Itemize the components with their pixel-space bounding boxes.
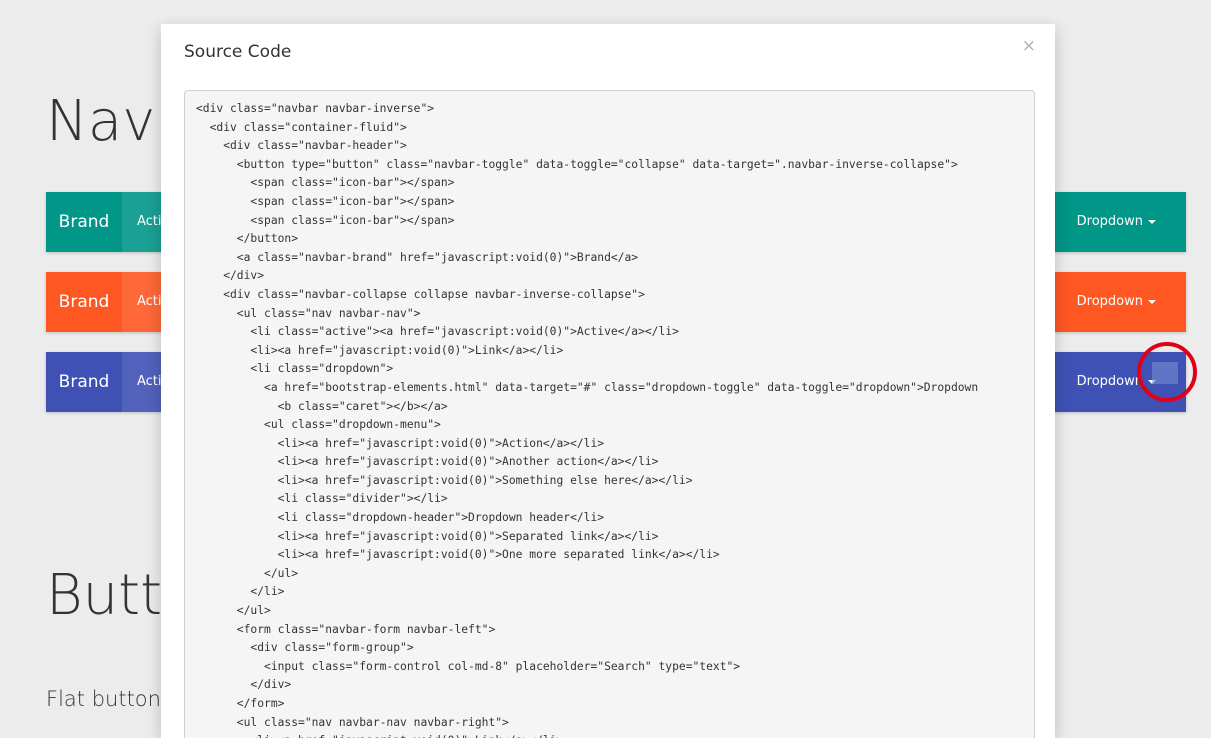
navbar-dropdown[interactable]: Dropdown — [1077, 192, 1156, 252]
close-icon[interactable]: × — [1022, 38, 1036, 55]
code-block[interactable]: <div class="navbar navbar-inverse"> <div… — [184, 90, 1035, 738]
dropdown-label: Dropdown — [1076, 294, 1143, 309]
dropdown-label: Dropdown — [1076, 214, 1143, 229]
dropdown-label: Dropdown — [1076, 374, 1143, 389]
caret-down-icon — [1148, 219, 1156, 224]
navbar-brand[interactable]: Brand — [46, 272, 122, 332]
modal-title: Source Code — [184, 42, 292, 62]
navbar-brand[interactable]: Brand — [46, 192, 122, 252]
navbar-dropdown[interactable]: Dropdown — [1077, 272, 1156, 332]
source-code-modal: Source Code × <div class="navbar navbar-… — [161, 24, 1055, 738]
source-code-text: <div class="navbar navbar-inverse"> <div… — [196, 102, 979, 738]
annotation-circle — [1137, 342, 1197, 402]
navbar-brand[interactable]: Brand — [46, 352, 122, 412]
caret-down-icon — [1148, 299, 1156, 304]
flat-buttons-subheading: Flat buttons — [46, 687, 172, 711]
